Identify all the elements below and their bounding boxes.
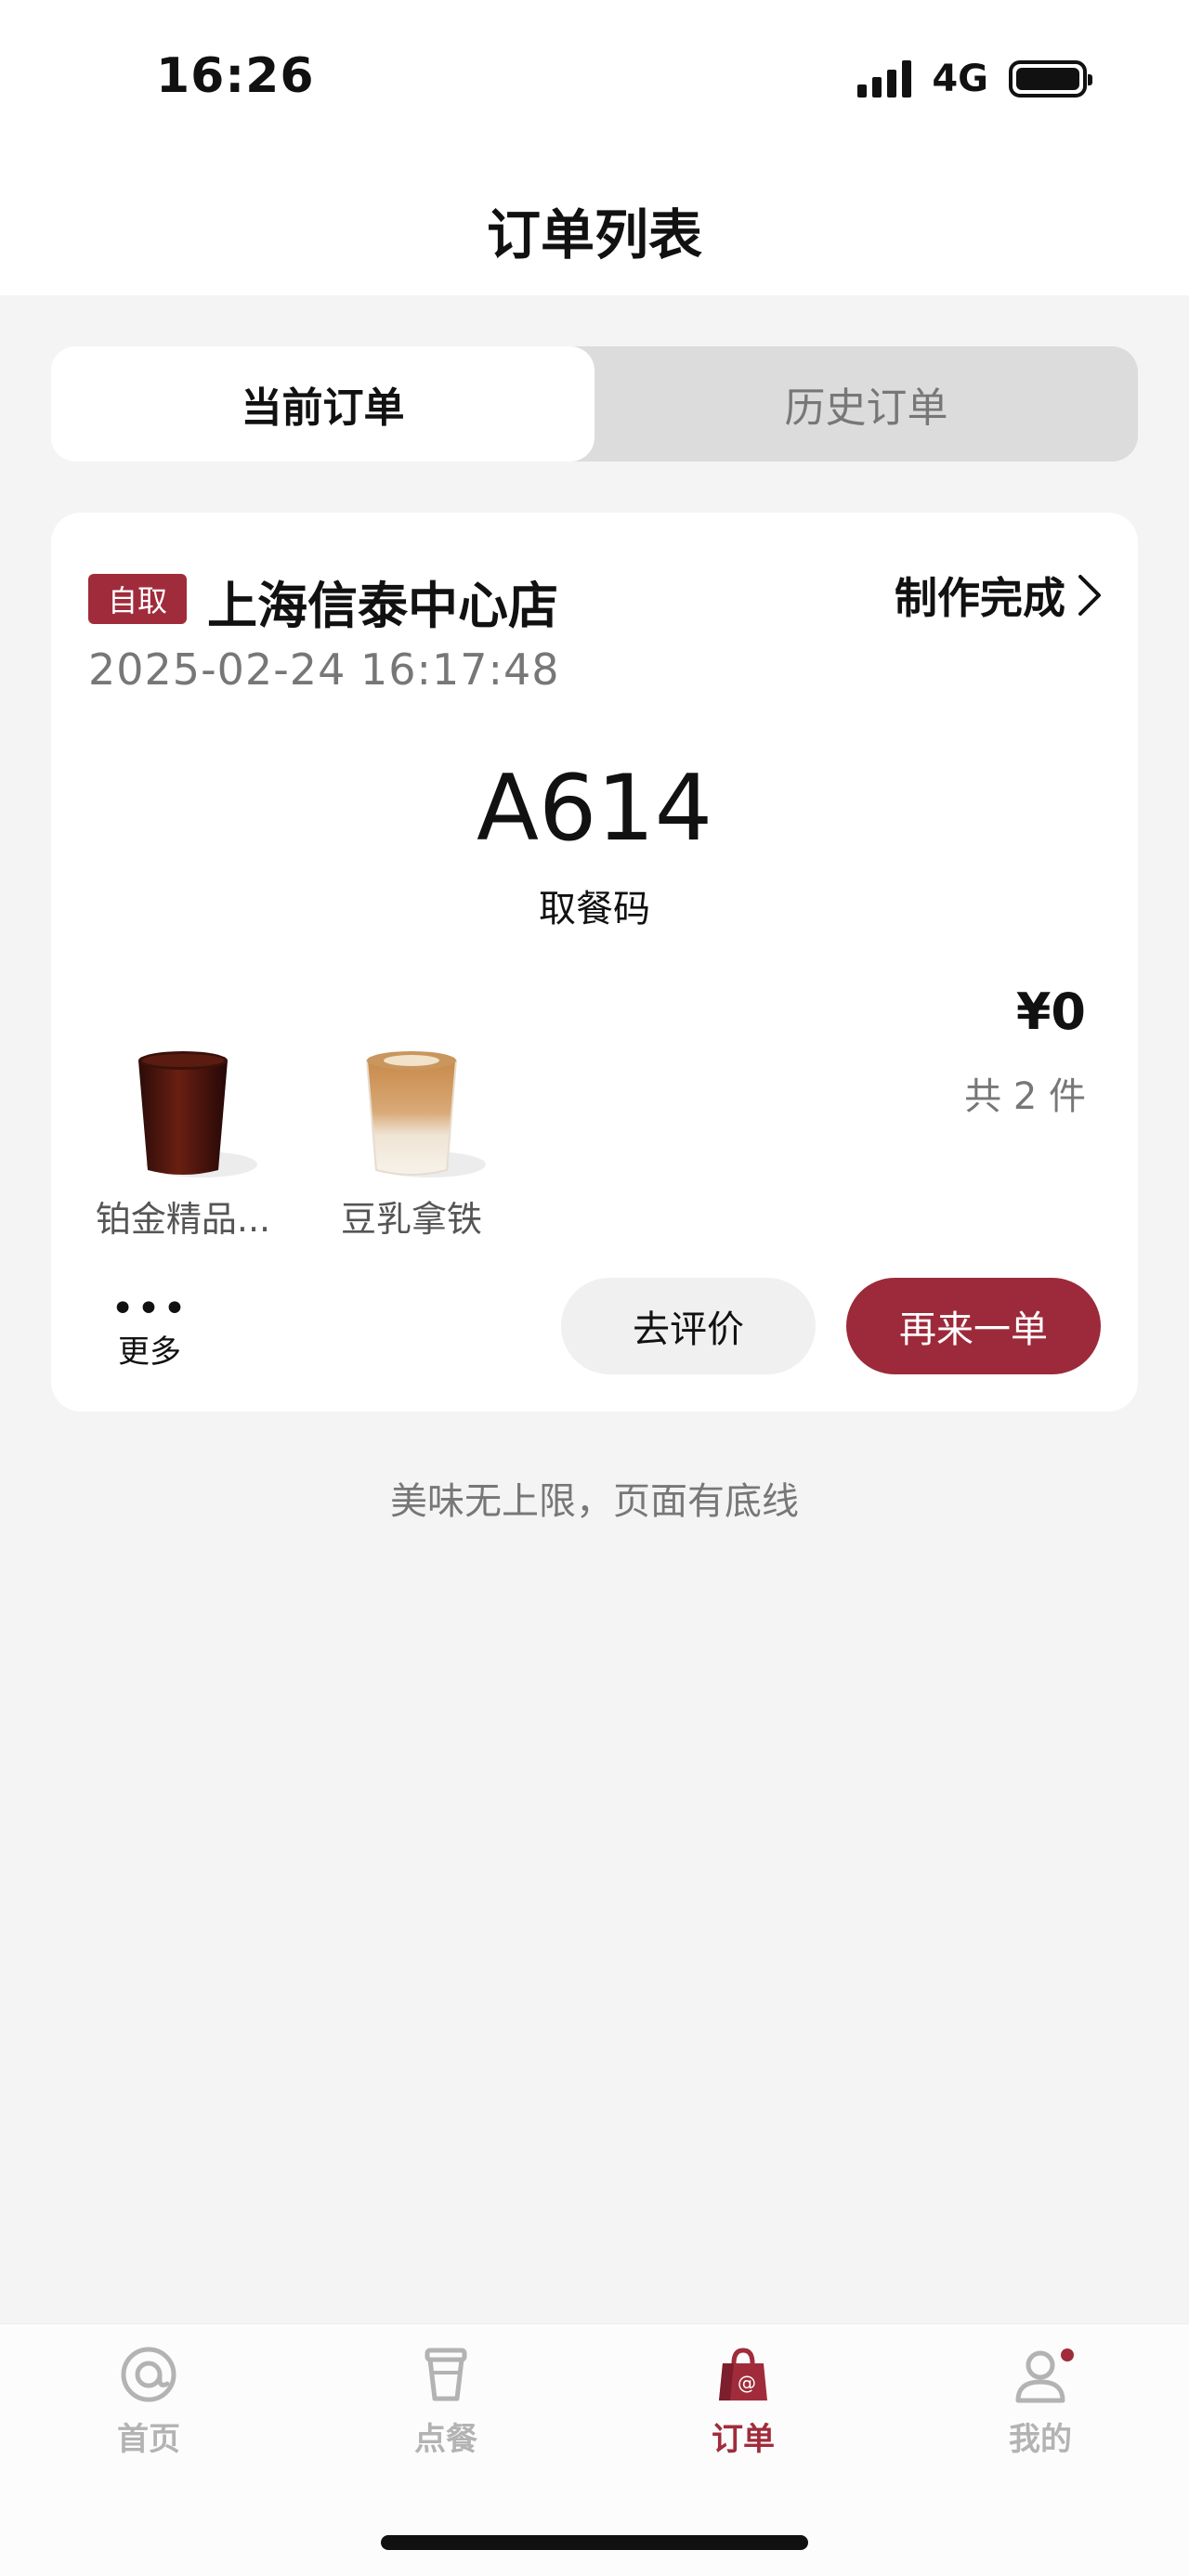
pickup-badge: 自取	[88, 574, 187, 624]
order-status-link[interactable]: 制作完成	[895, 565, 1103, 626]
tab-history-orders[interactable]: 历史订单	[594, 346, 1138, 462]
tab-current-orders[interactable]: 当前订单	[51, 346, 594, 462]
page-title: 订单列表	[486, 203, 702, 267]
header-area: 16:26 4G 订单列表	[0, 0, 1189, 295]
tabbar-label-order-food: 点餐	[414, 2421, 477, 2458]
more-dots-icon: •••	[111, 1285, 189, 1333]
order-card: 自取 上海信泰中心店 制作完成 2025-02-24 16:17:48 A614…	[51, 513, 1138, 1412]
battery-icon	[1009, 60, 1092, 98]
latte-cup-icon	[319, 1014, 504, 1190]
svg-text:@: @	[738, 2372, 756, 2394]
pickup-code: A614	[476, 756, 713, 862]
more-label: 更多	[118, 1334, 181, 1371]
tabbar-item-order-food[interactable]: 点餐	[381, 2345, 511, 2459]
network-label: 4G	[932, 58, 988, 100]
order-status: 制作完成	[895, 573, 1065, 623]
order-price: ¥0	[1015, 982, 1086, 1041]
product-item[interactable]: 铂金精品...	[90, 1014, 276, 1242]
black-coffee-cup-icon	[90, 1014, 276, 1190]
order-datetime: 2025-02-24 16:17:48	[88, 644, 560, 695]
signal-icon	[857, 60, 912, 98]
notification-dot	[1061, 2348, 1074, 2361]
at-icon	[121, 2347, 176, 2402]
product-name: 豆乳拿铁	[340, 1199, 482, 1240]
app-screen: 16:26 4G 订单列表 当前订单 历史订单 自取 上海信泰中心店 制作完成 …	[0, 0, 1189, 2576]
cup-icon	[425, 2348, 467, 2401]
tabbar-label-orders: 订单	[712, 2421, 775, 2458]
status-indicators: 4G	[857, 58, 1092, 100]
pickup-code-label: 取餐码	[539, 888, 650, 930]
bag-icon: @	[719, 2348, 767, 2400]
tabbar-item-home[interactable]: 首页	[84, 2345, 214, 2459]
order-item-count: 共 2 件	[964, 1075, 1086, 1118]
home-indicator	[381, 2535, 808, 2550]
tabbar-label-home: 首页	[117, 2421, 180, 2458]
product-name: 铂金精品...	[95, 1199, 271, 1240]
status-time: 16:26	[156, 48, 315, 104]
review-button[interactable]: 去评价	[561, 1278, 816, 1374]
product-item[interactable]: 豆乳拿铁	[319, 1014, 504, 1242]
tabbar-item-orders[interactable]: @ 订单	[678, 2345, 808, 2459]
order-tabs: 当前订单 历史订单	[51, 346, 1138, 462]
tabbar-item-me[interactable]: 我的	[975, 2345, 1105, 2459]
chevron-right-icon	[1078, 575, 1101, 616]
store-name: 上海信泰中心店	[207, 577, 558, 635]
tabbar-label-me: 我的	[1009, 2421, 1072, 2458]
reorder-button[interactable]: 再来一单	[846, 1278, 1101, 1374]
more-button[interactable]: ••• 更多	[109, 1285, 190, 1372]
footer-note: 美味无上限，页面有底线	[390, 1480, 799, 1523]
